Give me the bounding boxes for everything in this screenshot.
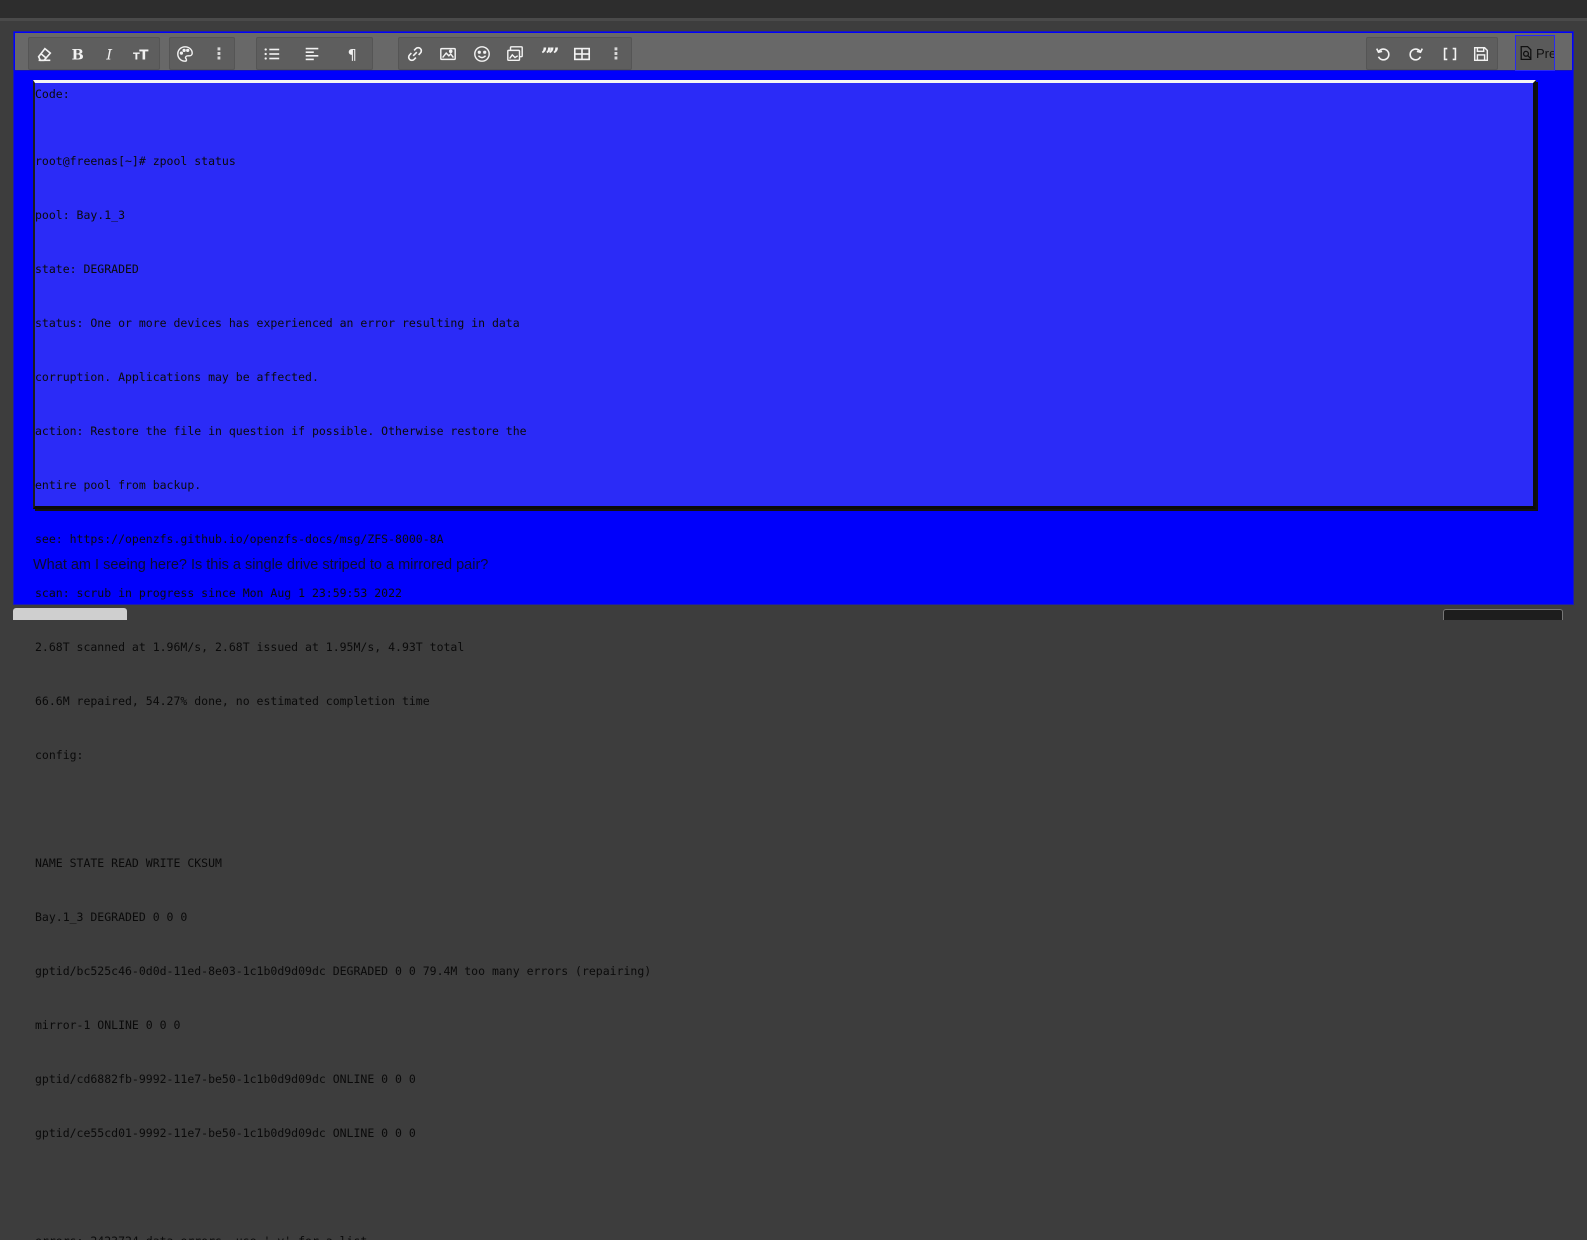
code-line: state: DEGRADED — [35, 262, 139, 276]
code-line: mirror-1 ONLINE 0 0 0 — [35, 1018, 181, 1032]
bbcode-icon[interactable] — [1435, 38, 1465, 69]
code-content: root@freenas[~]# zpool status pool: Bay.… — [35, 116, 651, 1240]
code-line: config: — [35, 748, 84, 762]
code-line: gptid/cd6882fb-9992-11e7-be50-1c1b0d9d09… — [35, 1072, 416, 1086]
browser-top-bar — [0, 0, 1587, 18]
eraser-icon[interactable] — [29, 38, 59, 69]
code-line: gptid/bc525c46-0d0d-11ed-8e03-1c1b0d9d09… — [35, 964, 652, 978]
code-line: errors: 2423724 data errors, use '-v' fo… — [35, 1232, 651, 1240]
code-line: root@freenas[~]# zpool status — [35, 154, 236, 168]
code-line: Bay.1_3 DEGRADED 0 0 0 — [35, 910, 188, 924]
undo-icon[interactable] — [1368, 38, 1398, 69]
more-icon[interactable]: ⋮ — [608, 38, 624, 69]
link-icon[interactable] — [400, 38, 430, 69]
code-line: corruption. Applications may be affected… — [35, 370, 319, 384]
editor-toolbar — [15, 33, 1572, 71]
code-line: action: Restore the file in question if … — [35, 424, 527, 438]
redo-icon[interactable] — [1401, 38, 1431, 69]
top-divider — [0, 18, 1587, 21]
code-label: Code: — [35, 87, 70, 101]
text-size-icon[interactable]: TT — [127, 38, 157, 69]
image-icon[interactable] — [433, 38, 463, 69]
code-line: entire pool from backup. — [35, 478, 202, 492]
post-question-text[interactable]: What am I seeing here? Is this a single … — [33, 557, 488, 573]
preview-icon — [1520, 45, 1532, 61]
preview-button[interactable]: Previe — [1515, 35, 1555, 71]
media-icon[interactable] — [500, 38, 530, 69]
italic-icon[interactable]: I — [95, 38, 125, 69]
code-line: status: One or more devices has experien… — [35, 316, 520, 330]
code-line: scan: scrub in progress since Mon Aug 1 … — [35, 586, 402, 600]
svg-text:¶: ¶ — [348, 47, 357, 63]
palette-icon[interactable] — [170, 38, 200, 69]
more-icon[interactable]: ⋮ — [211, 38, 227, 69]
svg-text:B: B — [72, 46, 84, 63]
paragraph-icon[interactable]: ¶ — [338, 38, 368, 69]
preview-label: Previe — [1536, 45, 1555, 61]
svg-text:I: I — [105, 47, 112, 63]
code-line: 66.6M repaired, 54.27% done, no estimate… — [35, 694, 430, 708]
align-icon[interactable] — [297, 38, 327, 69]
list-icon[interactable] — [257, 38, 287, 69]
code-line: gptid/ce55cd01-9992-11e7-be50-1c1b0d9d09… — [35, 1126, 416, 1140]
quote-icon[interactable]: ”” — [534, 38, 564, 69]
code-line: 2.68T scanned at 1.96M/s, 2.68T issued a… — [35, 640, 465, 654]
bottom-left-control[interactable] — [13, 608, 127, 620]
svg-text:T: T — [139, 47, 149, 63]
svg-text:”: ” — [548, 45, 558, 63]
table-icon[interactable] — [567, 38, 597, 69]
bold-icon[interactable]: B — [62, 38, 92, 69]
code-line: NAME STATE READ WRITE CKSUM — [35, 856, 222, 870]
smiley-icon[interactable] — [467, 38, 497, 69]
save-draft-icon[interactable] — [1466, 38, 1496, 69]
bottom-right-control[interactable] — [1443, 609, 1563, 620]
code-line: see: https://openzfs.github.io/openzfs-d… — [35, 532, 444, 546]
code-line: pool: Bay.1_3 — [35, 208, 126, 222]
